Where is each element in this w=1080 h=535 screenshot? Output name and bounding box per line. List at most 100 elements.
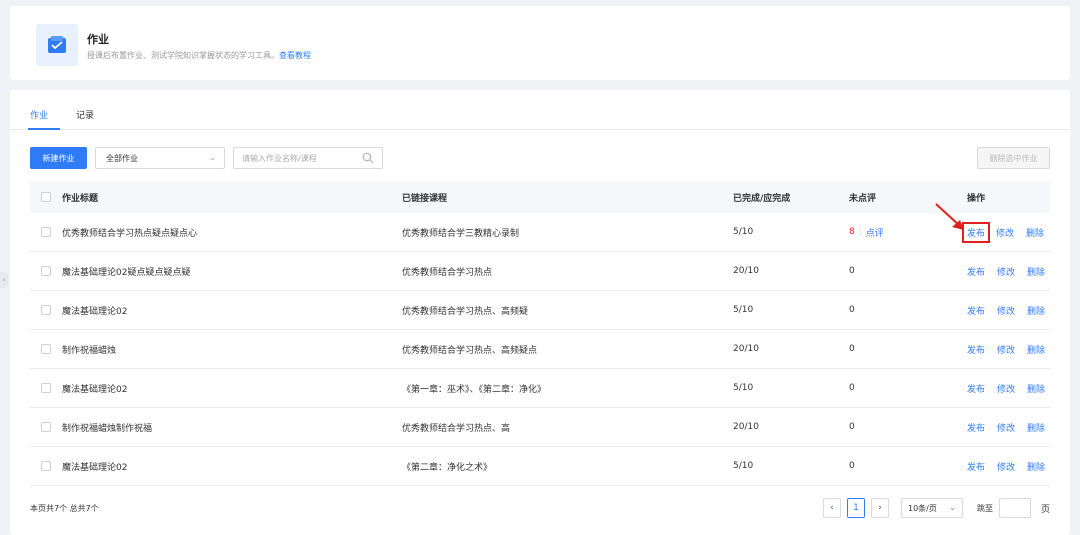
- row-title: 制作祝福蜡烛制作祝福: [62, 423, 153, 434]
- publish-button[interactable]: 发布: [967, 343, 985, 356]
- row-checkbox[interactable]: [41, 344, 51, 354]
- edit-button[interactable]: 修改: [996, 226, 1014, 239]
- row-checkbox[interactable]: [41, 227, 51, 237]
- search-icon[interactable]: [362, 152, 374, 167]
- prev-page-button[interactable]: ‹: [822, 498, 841, 518]
- row-pending-count: 0: [849, 266, 855, 276]
- edit-button[interactable]: 修改: [997, 265, 1015, 278]
- divider: |: [858, 227, 862, 237]
- row-course: 优秀教师结合学三教精心录制: [402, 228, 520, 239]
- publish-button[interactable]: 发布: [967, 382, 985, 395]
- delete-button[interactable]: 删除: [1027, 304, 1045, 317]
- total-count: 本页共7个 总共7个: [30, 504, 99, 513]
- row-completion: 20/10: [733, 422, 759, 432]
- publish-button[interactable]: 发布: [967, 265, 985, 278]
- page-description: 授课后布置作业、测试学院知识掌握状态的学习工具。查看教程: [87, 50, 311, 61]
- row-pending-count: 0: [849, 461, 855, 471]
- row-course: 优秀教师结合学习热点、高频疑: [402, 306, 529, 317]
- row-completion: 20/10: [733, 266, 759, 276]
- delete-button[interactable]: 删除: [1027, 421, 1045, 434]
- publish-button[interactable]: 发布: [967, 304, 985, 317]
- filter-value: 全部作业: [106, 154, 138, 163]
- delete-button[interactable]: 删除: [1026, 226, 1044, 239]
- jump-page-input[interactable]: [998, 498, 1031, 518]
- row-completion: 5/10: [733, 227, 754, 237]
- row-checkbox[interactable]: [41, 383, 51, 393]
- page-size-select[interactable]: 10条/页 ⌄: [900, 498, 963, 518]
- row-completion: 5/10: [733, 305, 754, 315]
- page-title: 作业: [87, 33, 109, 46]
- row-course: 《第二章：净化之术》: [402, 462, 493, 473]
- row-title: 魔法基础理论02: [62, 384, 128, 395]
- publish-button[interactable]: 发布: [962, 221, 991, 243]
- tab-homework[interactable]: 作业: [30, 108, 48, 121]
- delete-selected-button[interactable]: 删除选中作业: [977, 147, 1050, 169]
- row-pending-count: 8: [849, 227, 855, 237]
- chevron-down-icon: ⌄: [949, 503, 956, 512]
- tab-bar: 作业 记录: [10, 90, 1070, 130]
- view-tutorial-link[interactable]: 查看教程: [279, 51, 311, 60]
- table-row: 魔法基础理论02 优秀教师结合学习热点、高频疑 5/10 0 发布 修改 删除: [30, 291, 1050, 330]
- new-homework-button[interactable]: 新建作业: [30, 147, 87, 169]
- column-header-title: 作业标题: [62, 193, 99, 204]
- row-course: 优秀教师结合学习热点: [402, 267, 493, 278]
- row-pending-count: 0: [849, 422, 855, 432]
- review-link[interactable]: 点评: [866, 226, 884, 239]
- chevron-left-icon: ‹: [830, 503, 834, 513]
- row-pending-count: 0: [849, 383, 855, 393]
- table-row: 魔法基础理论02疑点疑点疑点疑 优秀教师结合学习热点 20/10 0 发布 修改…: [30, 252, 1050, 291]
- row-course: 优秀教师结合学习热点、高: [402, 423, 511, 434]
- row-completion: 20/10: [733, 344, 759, 354]
- table-header: 作业标题 已链接课程 已完成/应完成 未点评 操作: [30, 181, 1050, 213]
- row-checkbox[interactable]: [41, 305, 51, 315]
- column-header-actions: 操作: [967, 193, 986, 204]
- publish-button[interactable]: 发布: [967, 421, 985, 434]
- search-input[interactable]: [242, 151, 357, 166]
- homework-table: 作业标题 已链接课程 已完成/应完成 未点评 操作 优秀教师结合学习热点疑点疑点…: [30, 181, 1050, 486]
- row-title: 魔法基础理论02疑点疑点疑点疑: [62, 267, 191, 278]
- description-text: 授课后布置作业、测试学院知识掌握状态的学习工具。: [87, 51, 279, 60]
- column-header-course: 已链接课程: [402, 193, 448, 204]
- main-card: 作业 记录 新建作业 全部作业 ⌄ 删除选中作业 作业标题 已链接课程 已完成/…: [10, 90, 1070, 535]
- table-row: 制作祝福蜡烛 优秀教师结合学习热点、高频疑点 20/10 0 发布 修改 删除: [30, 330, 1050, 369]
- delete-button[interactable]: 删除: [1027, 460, 1045, 473]
- next-page-button[interactable]: ›: [870, 498, 889, 518]
- row-pending-count: 0: [849, 344, 855, 354]
- edit-button[interactable]: 修改: [997, 382, 1015, 395]
- select-all-checkbox[interactable]: [41, 192, 51, 202]
- pagination: ‹ 1 › 10条/页 ⌄ 跳至 页: [822, 497, 1050, 519]
- row-course: 优秀教师结合学习热点、高频疑点: [402, 345, 538, 356]
- delete-button[interactable]: 删除: [1027, 382, 1045, 395]
- sidebar-collapse-handle[interactable]: ‹: [0, 272, 8, 288]
- edit-button[interactable]: 修改: [997, 304, 1015, 317]
- page-unit-label: 页: [1040, 504, 1050, 515]
- page-number-button[interactable]: 1: [846, 498, 865, 518]
- row-checkbox[interactable]: [41, 422, 51, 432]
- homework-filter-select[interactable]: 全部作业 ⌄: [95, 147, 225, 169]
- row-checkbox[interactable]: [41, 266, 51, 276]
- edit-button[interactable]: 修改: [997, 421, 1015, 434]
- delete-button[interactable]: 删除: [1027, 343, 1045, 356]
- tab-records[interactable]: 记录: [76, 108, 94, 121]
- row-completion: 5/10: [733, 383, 754, 393]
- row-checkbox[interactable]: [41, 461, 51, 471]
- column-header-completion: 已完成/应完成: [733, 193, 791, 204]
- edit-button[interactable]: 修改: [997, 460, 1015, 473]
- table-footer: 本页共7个 总共7个 ‹ 1 › 10条/页 ⌄ 跳至 页: [30, 497, 1050, 519]
- homework-icon: [36, 24, 78, 66]
- table-row: 魔法基础理论02 《第一章：巫术》、《第二章：净化》 5/10 0 发布 修改 …: [30, 369, 1050, 408]
- table-row: 魔法基础理论02 《第二章：净化之术》 5/10 0 发布 修改 删除: [30, 447, 1050, 486]
- header-card: 作业 授课后布置作业、测试学院知识掌握状态的学习工具。查看教程: [10, 6, 1070, 80]
- search-box: [233, 147, 383, 169]
- row-completion: 5/10: [733, 461, 754, 471]
- edit-button[interactable]: 修改: [997, 343, 1015, 356]
- row-title: 魔法基础理论02: [62, 462, 128, 473]
- delete-button[interactable]: 删除: [1027, 265, 1045, 278]
- chevron-left-icon: ‹: [2, 276, 6, 284]
- chevron-down-icon: ⌄: [209, 153, 216, 162]
- table-row: 制作祝福蜡烛制作祝福 优秀教师结合学习热点、高 20/10 0 发布 修改 删除: [30, 408, 1050, 447]
- column-header-pending-review: 未点评: [849, 193, 877, 204]
- publish-button[interactable]: 发布: [967, 460, 985, 473]
- active-tab-indicator: [28, 128, 60, 130]
- row-title: 魔法基础理论02: [62, 306, 128, 317]
